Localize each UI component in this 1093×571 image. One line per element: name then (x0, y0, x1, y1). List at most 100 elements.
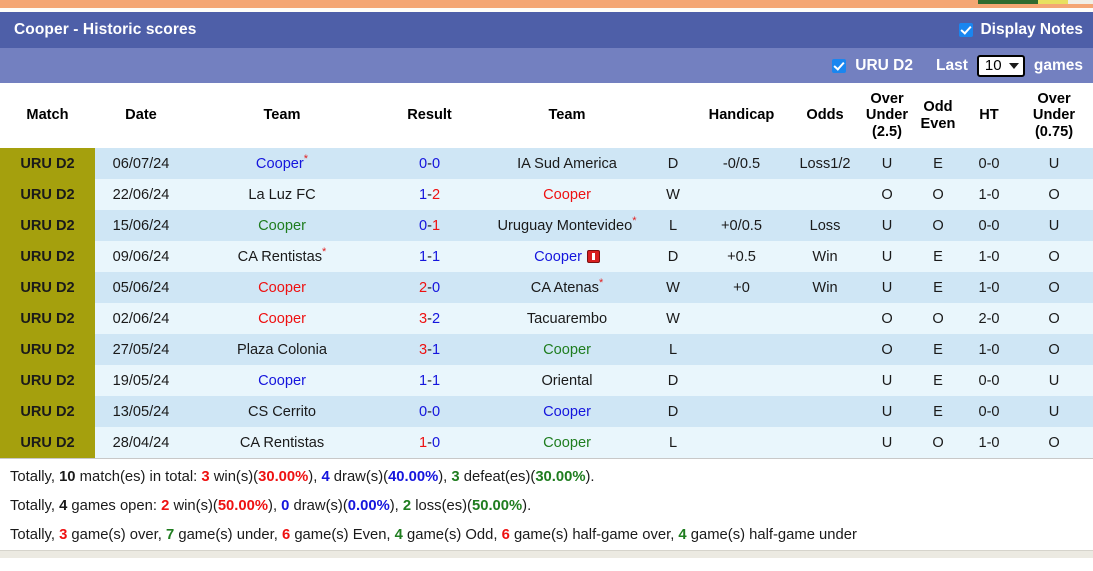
odds-value: Win (789, 241, 861, 272)
away-team-cell: Uruguay Montevideo* (482, 210, 652, 241)
match-date: 06/07/24 (95, 148, 187, 179)
col-header-odd-even[interactable]: Odd Even (913, 83, 963, 148)
col-header-date[interactable]: Date (95, 83, 187, 148)
last-games-select[interactable]: 10 (976, 54, 1025, 77)
s2-t3: ), (268, 498, 282, 514)
col-header-handicap[interactable]: Handicap (694, 83, 789, 148)
match-date: 05/06/24 (95, 272, 187, 303)
team-name: CA Rentistas (239, 434, 325, 451)
win-draw-loss: D (652, 396, 694, 427)
col-header-odds[interactable]: Odds (789, 83, 861, 148)
home-team-cell: CS Cerrito (187, 396, 377, 427)
col-header-away-team[interactable]: Team (482, 83, 652, 148)
score-home: 0 (418, 403, 428, 420)
col-header-home-team[interactable]: Team (187, 83, 377, 148)
score-home: 1 (418, 372, 428, 389)
s2-losses: 2 (402, 498, 412, 514)
display-notes-control[interactable]: Display Notes (959, 21, 1083, 39)
away-team-cell: Cooper (482, 241, 652, 272)
odd-even-value: E (913, 396, 963, 427)
s1-t3: ), (308, 469, 322, 485)
panel-title-bar: Cooper - Historic scores Display Notes (0, 12, 1093, 48)
score-away: 0 (431, 155, 441, 172)
summary-line-open: Totally, 4 games open: 2 win(s)(50.00%),… (8, 492, 1085, 521)
half-time-score: 0-0 (963, 148, 1015, 179)
display-notes-checkbox[interactable] (959, 23, 974, 37)
table-row[interactable]: URU D2 06/07/24 Cooper* 0-0 IA Sud America D -… (0, 148, 1093, 179)
col-header-over-under-075[interactable]: Over Under (0.75) (1015, 83, 1093, 148)
table-row[interactable]: URU D2 05/06/24 Cooper 2-0 CA Atenas* W +0 Win U… (0, 272, 1093, 303)
score-away: 0 (431, 434, 441, 451)
table-row[interactable]: URU D2 22/06/24 La Luz FC 1-2 Cooper W O O 1-0 O (0, 179, 1093, 210)
league-badge-cell: URU D2 (0, 334, 95, 365)
match-date: 02/06/24 (95, 303, 187, 334)
col-header-wdl (652, 83, 694, 148)
match-date: 19/05/24 (95, 365, 187, 396)
s3-t6: game(s) half-game under (686, 527, 857, 543)
table-row[interactable]: URU D2 28/04/24 CA Rentistas 1-0 Cooper L U O 1-… (0, 427, 1093, 458)
odd-even-value: E (913, 272, 963, 303)
summary-line-total: Totally, 10 match(es) in total: 3 win(s)… (8, 463, 1085, 492)
league-filter-checkbox[interactable] (832, 58, 847, 73)
s1-t1: match(es) in total: (75, 469, 202, 485)
col-header-over-under-25[interactable]: Over Under (2.5) (861, 83, 913, 148)
asterisk-icon: * (303, 152, 309, 165)
s1-t6: defeat(es)( (459, 469, 536, 485)
table-row[interactable]: URU D2 02/06/24 Cooper 3-2 Tacuarembo W O O 2-0 O (0, 303, 1093, 334)
half-time-score: 1-0 (963, 272, 1015, 303)
summary-line-overunder: Totally, 3 game(s) over, 7 game(s) under… (8, 521, 1085, 550)
s3-t4: game(s) Odd, (402, 527, 502, 543)
team-name: Cooper (543, 434, 591, 451)
home-team-cell: Cooper (187, 303, 377, 334)
team-name: Cooper (258, 372, 306, 389)
win-draw-loss: W (652, 272, 694, 303)
col-header-match[interactable]: Match (0, 83, 95, 148)
team-name: Cooper (258, 217, 306, 234)
s3-half-over: 6 (501, 527, 510, 543)
historic-scores-page: Cooper - Historic scores Display Notes U… (0, 0, 1093, 571)
asterisk-icon: * (322, 245, 327, 258)
s3-even: 6 (281, 527, 291, 543)
score-away: 1 (431, 341, 441, 358)
match-date: 09/06/24 (95, 241, 187, 272)
table-row[interactable]: URU D2 15/06/24 Cooper 0-1 Uruguay Montevide… (0, 210, 1093, 241)
win-draw-loss: L (652, 334, 694, 365)
table-row[interactable]: URU D2 27/05/24 Plaza Colonia 3-1 Cooper L O E 1… (0, 334, 1093, 365)
odd-even-value: O (913, 303, 963, 334)
team-name: IA Sud America (517, 155, 617, 172)
odds-value: Win (789, 272, 861, 303)
team-name: CA Rentistas (237, 248, 323, 265)
ou075-line1: Over (1037, 90, 1071, 107)
team-name: CA Atenas (530, 279, 599, 296)
away-team-cell: Oriental (482, 365, 652, 396)
result-score: 0-0 (377, 396, 482, 427)
league-badge-cell: URU D2 (0, 179, 95, 210)
top-strip-right (978, 4, 1093, 8)
over-under-075-value: O (1015, 272, 1093, 303)
over-under-25-value: O (861, 303, 913, 334)
half-time-score: 0-0 (963, 365, 1015, 396)
col-header-ht[interactable]: HT (963, 83, 1015, 148)
oddeven-line1: Odd (923, 99, 953, 116)
odds-value: Loss1/2 (789, 148, 861, 179)
handicap-value (694, 396, 789, 427)
historic-scores-table: Match Date Team Result Team Handicap Odd… (0, 83, 1093, 458)
over-under-25-value: U (861, 272, 913, 303)
summary-footer: Totally, 10 match(es) in total: 3 win(s)… (0, 458, 1093, 550)
red-card-icon (586, 249, 600, 263)
league-badge-cell: URU D2 (0, 210, 95, 241)
league-badge-cell: URU D2 (0, 241, 95, 272)
table-row[interactable]: URU D2 09/06/24 CA Rentistas* 1-1 Cooper D +0.… (0, 241, 1093, 272)
handicap-value (694, 179, 789, 210)
s2-t4: draw(s)( (289, 498, 348, 514)
table-row[interactable]: URU D2 19/05/24 Cooper 1-1 Oriental D U E 0-0 U (0, 365, 1093, 396)
handicap-value (694, 303, 789, 334)
s2-t7: ). (522, 498, 532, 514)
oddeven-line2: Even (920, 115, 956, 132)
score-away: 1 (431, 248, 441, 265)
table-row[interactable]: URU D2 13/05/24 CS Cerrito 0-0 Cooper D U E 0-0 U (0, 396, 1093, 427)
result-score: 0-1 (377, 210, 482, 241)
league-badge-cell: URU D2 (0, 148, 95, 179)
team-name: Uruguay Montevideo (497, 217, 633, 234)
col-header-result[interactable]: Result (377, 83, 482, 148)
